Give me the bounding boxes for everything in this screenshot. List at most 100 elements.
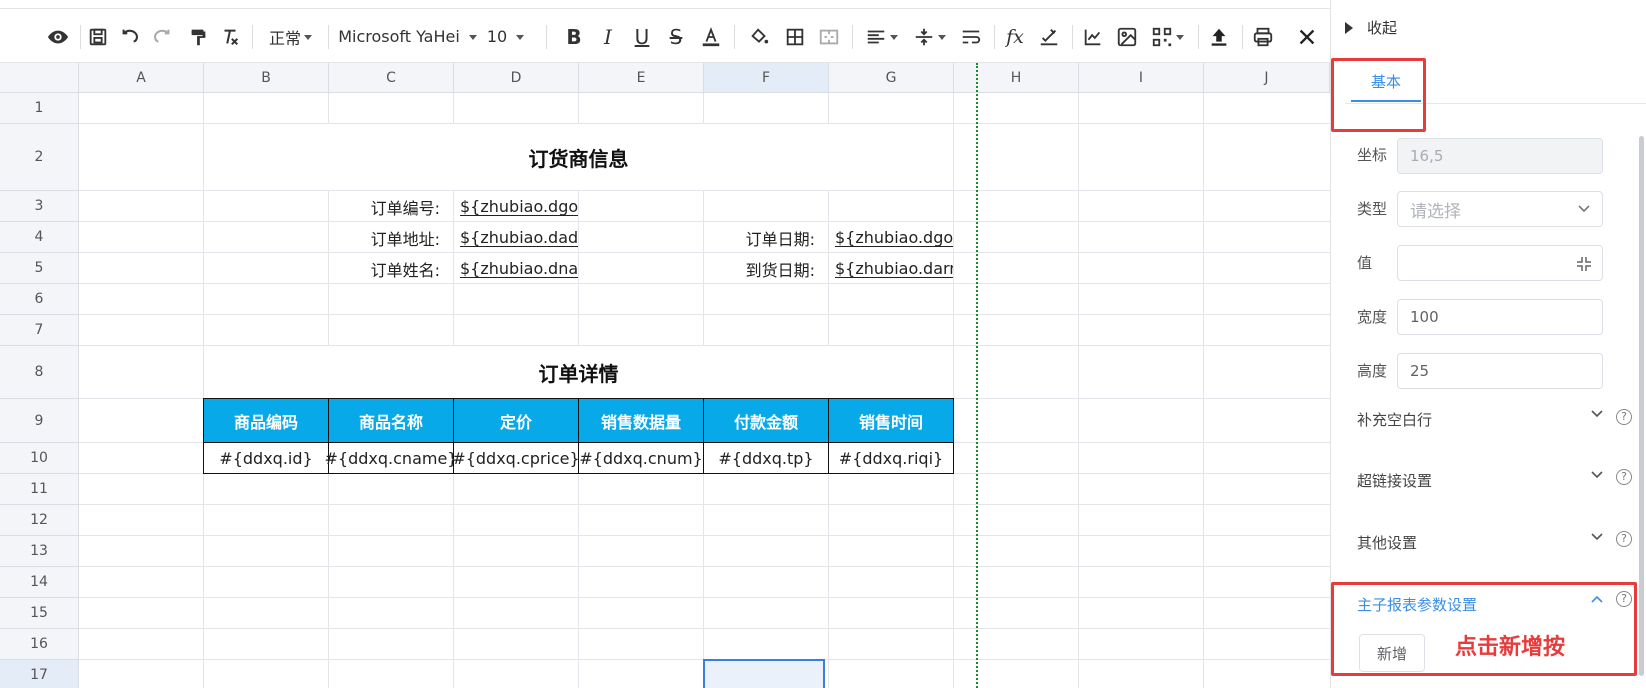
row-header-2[interactable]: 2 (0, 124, 79, 191)
underline-icon[interactable]: U (630, 9, 654, 64)
spreadsheet-grid[interactable]: A B C D E F G H I J 1 2 3 4 5 6 7 8 9 10… (0, 63, 1330, 688)
value-arrive-date[interactable]: ${zhubiao.darr (829, 253, 953, 284)
format-painter-icon[interactable] (186, 9, 210, 64)
help-icon[interactable]: ? (1616, 469, 1632, 485)
font-style-select[interactable]: 正常 (262, 9, 320, 64)
column-header-e[interactable]: E (579, 63, 704, 93)
table-header-cell[interactable]: 付款金额 (704, 398, 829, 443)
chart-icon[interactable] (1080, 9, 1106, 64)
column-header-a[interactable]: A (79, 63, 204, 93)
save-icon[interactable] (86, 9, 110, 64)
row-header-5[interactable]: 5 (0, 253, 79, 284)
row-header-15[interactable]: 15 (0, 598, 79, 629)
vertical-align-icon[interactable] (910, 9, 950, 64)
highlight-master-child (1331, 582, 1637, 676)
fill-color-icon[interactable] (746, 9, 772, 64)
type-label: 类型 (1357, 200, 1388, 218)
table-data-cell[interactable]: #{ddxq.tp} (704, 443, 829, 474)
help-icon[interactable]: ? (1616, 409, 1632, 425)
wrap-text-icon[interactable] (958, 9, 984, 64)
row-header-3[interactable]: 3 (0, 191, 79, 222)
column-header-h[interactable]: H (954, 63, 1079, 93)
row-header-10[interactable]: 10 (0, 443, 79, 474)
column-header-b[interactable]: B (204, 63, 329, 93)
row-header-14[interactable]: 14 (0, 567, 79, 598)
panel-scrollbar[interactable] (1639, 136, 1644, 676)
undo-icon[interactable] (118, 9, 142, 64)
type-select[interactable]: 请选择 (1397, 191, 1603, 227)
bold-icon[interactable]: B (562, 9, 586, 64)
chevron-down-icon[interactable] (1591, 467, 1603, 483)
collapse-toggle[interactable]: 收起 (1345, 17, 1397, 38)
row-header-7[interactable]: 7 (0, 315, 79, 346)
align-left-icon[interactable] (862, 9, 902, 64)
coord-label: 坐标 (1357, 146, 1388, 164)
row-header-17[interactable]: 17 (0, 660, 79, 688)
clear-format-icon[interactable] (218, 9, 242, 64)
table-header-cell[interactable]: 定价 (454, 398, 579, 443)
table-data-cell[interactable]: #{ddxq.riqi} (829, 443, 954, 474)
font-color-icon[interactable] (698, 9, 724, 64)
section-fill-blank-rows[interactable]: 补充空白行 (1357, 409, 1432, 430)
strikethrough-icon[interactable]: S (664, 9, 688, 64)
label-arrive-date: 到货日期: (745, 260, 815, 280)
table-data-cell[interactable]: #{ddxq.id} (203, 443, 329, 474)
height-input[interactable]: 25 (1397, 353, 1603, 389)
row-header-11[interactable]: 11 (0, 474, 79, 505)
table-data-cell[interactable]: #{ddxq.cname} (325, 443, 457, 474)
help-icon[interactable]: ? (1616, 531, 1632, 547)
table-header-cell[interactable]: 销售时间 (829, 398, 954, 443)
chevron-down-icon[interactable] (1591, 406, 1603, 422)
table-data-cell[interactable]: #{ddxq.cnum} (579, 443, 704, 474)
table-header-cell[interactable]: 销售数据量 (579, 398, 704, 443)
row-header-1[interactable]: 1 (0, 93, 79, 124)
data-edit-icon[interactable] (1036, 9, 1062, 64)
value-order-name[interactable]: ${zhubiao.dna (454, 253, 578, 284)
redo-icon[interactable] (150, 9, 174, 64)
column-header-f[interactable]: F (704, 63, 829, 93)
selected-cell[interactable] (703, 659, 825, 688)
value-order-address[interactable]: ${zhubiao.dad (454, 222, 578, 253)
tools-icon[interactable] (1294, 9, 1320, 64)
value-order-date[interactable]: ${zhubiao.dgo (829, 222, 953, 253)
width-input[interactable]: 100 (1397, 299, 1603, 335)
italic-icon[interactable]: I (596, 9, 620, 64)
section-hyperlink-settings[interactable]: 超链接设置 (1357, 470, 1432, 491)
row-header-12[interactable]: 12 (0, 505, 79, 536)
table-header-cell[interactable]: 商品编码 (203, 398, 329, 443)
type-placeholder: 请选择 (1410, 201, 1461, 222)
row-header-4[interactable]: 4 (0, 222, 79, 253)
row-header-9[interactable]: 9 (0, 399, 79, 443)
qrcode-icon[interactable] (1148, 9, 1188, 64)
page-break-line (976, 63, 978, 688)
select-all-corner[interactable] (0, 63, 79, 93)
row-header-13[interactable]: 13 (0, 536, 79, 567)
section-other-settings[interactable]: 其他设置 (1357, 532, 1417, 553)
font-name-select[interactable]: Microsoft YaHei (336, 9, 480, 64)
row-header-8[interactable]: 8 (0, 346, 79, 399)
function-fx-icon[interactable]: fx (1002, 9, 1028, 64)
image-icon[interactable] (1114, 9, 1140, 64)
value-order-no[interactable]: ${zhubiao.dgo (454, 191, 578, 222)
font-size-select[interactable]: 10 (484, 9, 528, 64)
column-header-c[interactable]: C (329, 63, 454, 93)
row-header-6[interactable]: 6 (0, 284, 79, 315)
chevron-down-icon[interactable] (1591, 529, 1603, 545)
preview-eye-icon[interactable] (44, 9, 72, 64)
table-header-cell[interactable]: 商品名称 (329, 398, 454, 443)
print-icon[interactable] (1250, 9, 1276, 64)
column-header-j[interactable]: J (1204, 63, 1330, 93)
border-icon[interactable] (782, 9, 808, 64)
label-order-name: 订单姓名: (370, 260, 440, 280)
column-header-d[interactable]: D (454, 63, 579, 93)
merge-cells-icon[interactable] (816, 9, 842, 64)
table-data-cell[interactable]: #{ddxq.cprice} (452, 443, 580, 474)
expand-icon[interactable] (1576, 256, 1592, 272)
column-header-g[interactable]: G (829, 63, 954, 93)
font-name-value: Microsoft YaHei (338, 27, 460, 46)
column-header-i[interactable]: I (1079, 63, 1204, 93)
value-input[interactable] (1397, 245, 1603, 281)
upload-icon[interactable] (1206, 9, 1232, 64)
coord-input[interactable]: 16,5 (1397, 138, 1603, 174)
row-header-16[interactable]: 16 (0, 629, 79, 660)
